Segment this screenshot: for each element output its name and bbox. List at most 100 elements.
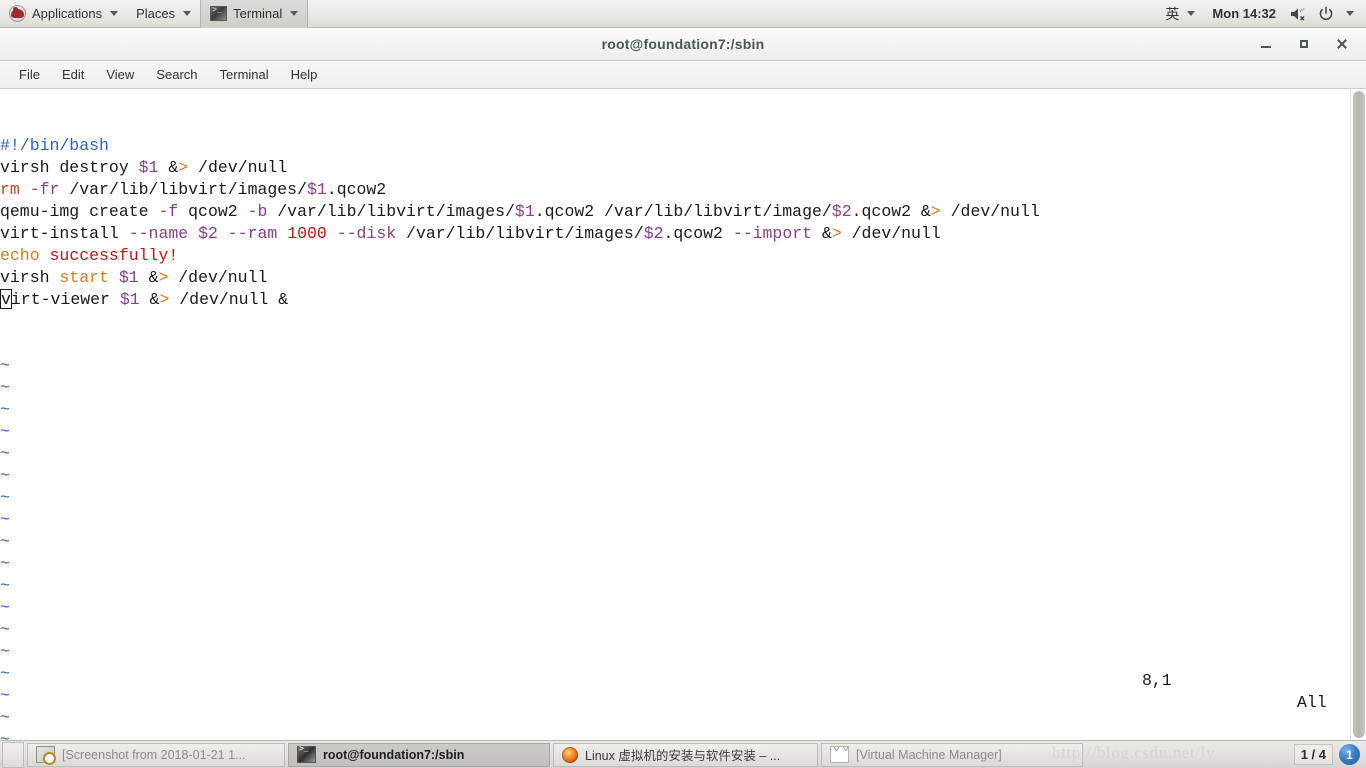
taskbar-item-label: [Virtual Machine Manager] xyxy=(856,747,1002,762)
code-span: echo xyxy=(0,246,50,265)
code-span: irt-viewer xyxy=(10,290,120,309)
menu-view[interactable]: View xyxy=(95,64,145,85)
applications-menu[interactable]: Applications xyxy=(0,0,127,28)
maximize-button[interactable] xyxy=(1296,36,1312,52)
show-desktop-button[interactable] xyxy=(2,741,24,768)
code-span xyxy=(140,290,150,309)
code-span: $1 xyxy=(514,202,535,221)
redhat-logo-icon xyxy=(9,5,26,22)
code-span xyxy=(158,158,168,177)
close-button[interactable] xyxy=(1334,36,1350,52)
menu-terminal[interactable]: Terminal xyxy=(209,64,280,85)
workspace-switcher[interactable]: 1 / 4 xyxy=(1293,744,1333,765)
code-span: $2 xyxy=(643,224,664,243)
menu-search[interactable]: Search xyxy=(145,64,208,85)
code-span: qemu-img create xyxy=(0,202,159,221)
vim-buffer-lines: #!/bin/bash virsh destroy $1 &> /dev/null… xyxy=(0,135,1350,311)
input-method-indicator[interactable]: 英 xyxy=(1156,0,1204,28)
terminal-line: echo successfully! xyxy=(0,245,1350,267)
taskbar-item[interactable]: root@foundation7:/sbin xyxy=(288,742,550,767)
terminal-icon xyxy=(297,744,316,763)
taskbar-item[interactable]: [Screenshot from 2018-01-21 1... xyxy=(27,742,285,767)
menu-edit[interactable]: Edit xyxy=(51,64,95,85)
code-span xyxy=(188,224,198,243)
terminal-line: virsh start $1 &> /dev/null xyxy=(0,267,1350,289)
code-span: .qcow2 xyxy=(851,202,921,221)
code-span: .qcow2 xyxy=(326,180,387,199)
terminal-line: virt-viewer $1 &> /dev/null & xyxy=(0,289,1350,311)
window-title-bar[interactable]: root@foundation7:/sbin xyxy=(0,28,1366,61)
taskbar-item-label: [Screenshot from 2018-01-21 1... xyxy=(62,747,246,762)
code-span: & xyxy=(148,268,159,287)
terminal-line: rm -fr /var/lib/libvirt/images/$1.qcow2 xyxy=(0,179,1350,201)
code-span: virt-install xyxy=(0,224,129,243)
empty-line-marker: ~ xyxy=(0,378,10,397)
virtmanager-icon xyxy=(830,746,849,763)
taskbar: [Screenshot from 2018-01-21 1... root@fou… xyxy=(0,740,1366,768)
terminal-scrollbar[interactable] xyxy=(1350,89,1366,740)
taskbar-item[interactable]: [Virtual Machine Manager] xyxy=(821,742,1083,767)
code-span: start xyxy=(59,268,109,287)
code-span: & xyxy=(920,202,931,221)
chevron-down-icon xyxy=(1346,11,1354,16)
code-span: --import xyxy=(732,224,813,243)
code-span: /dev/null xyxy=(188,158,288,177)
places-menu[interactable]: Places xyxy=(127,0,200,28)
code-span: > xyxy=(831,224,842,243)
input-method-label: 英 xyxy=(1165,5,1180,22)
code-span: --name xyxy=(128,224,189,243)
desktop-screen: Applications Places Terminal 英 Mon 14:32 xyxy=(0,0,1366,768)
power-icon xyxy=(1319,5,1333,20)
applications-menu-label: Applications xyxy=(32,6,103,21)
code-span: $1 xyxy=(138,158,159,177)
code-span xyxy=(327,224,337,243)
scrollbar-thumb[interactable] xyxy=(1353,91,1365,738)
code-span: $1 xyxy=(306,180,327,199)
menu-help[interactable]: Help xyxy=(280,64,329,85)
code-span: > xyxy=(158,268,169,287)
code-span: > xyxy=(930,202,941,221)
terminal-line: qemu-img create -f qcow2 -b /var/lib/lib… xyxy=(0,201,1350,223)
code-span: -fr xyxy=(29,180,60,199)
chevron-down-icon xyxy=(110,11,119,16)
code-span xyxy=(812,224,822,243)
code-span: /var/lib/libvirt/images/ xyxy=(59,180,307,199)
taskbar-status-area: 1 / 4 1 xyxy=(1293,744,1364,765)
clock[interactable]: Mon 14:32 xyxy=(1206,6,1282,21)
power-menu[interactable] xyxy=(1314,0,1358,28)
code-span: > xyxy=(159,290,170,309)
notification-badge[interactable]: 1 xyxy=(1339,744,1360,765)
code-span: $2 xyxy=(198,224,218,243)
code-span: .qcow2 xyxy=(663,224,733,243)
empty-line-marker: ~ xyxy=(0,466,10,485)
active-window-label: Terminal xyxy=(233,6,283,21)
code-span: successfully! xyxy=(49,246,179,265)
empty-line-marker: ~ xyxy=(0,554,10,573)
terminal-window: root@foundation7:/sbin File Edit View Se… xyxy=(0,28,1366,740)
empty-line-marker: ~ xyxy=(0,576,10,595)
code-span: virsh destroy xyxy=(0,158,139,177)
volume-muted-glyph xyxy=(1291,7,1305,21)
code-span: -b xyxy=(247,202,268,221)
active-window-menu[interactable]: Terminal xyxy=(200,0,309,28)
firefox-icon xyxy=(562,746,578,763)
code-span: /var/lib/libvirt/images/ xyxy=(396,224,644,243)
taskbar-item[interactable]: Linux 虚拟机的安装与软件安装 – ... xyxy=(553,742,818,767)
code-span: -f xyxy=(158,202,179,221)
code-span xyxy=(109,268,119,287)
code-span: /dev/null xyxy=(940,202,1040,221)
terminal-body[interactable]: #!/bin/bash virsh destroy $1 &> /dev/null… xyxy=(0,89,1366,740)
panel-status-area: 英 Mon 14:32 xyxy=(1156,0,1366,28)
chevron-down-icon xyxy=(183,11,192,16)
empty-line-marker: ~ xyxy=(0,532,10,551)
volume-muted-icon[interactable] xyxy=(1284,0,1312,28)
chevron-down-icon xyxy=(1187,11,1196,16)
minimize-button[interactable] xyxy=(1258,36,1274,52)
terminal-text-area[interactable]: #!/bin/bash virsh destroy $1 &> /dev/null… xyxy=(0,89,1350,740)
empty-line-marker: ~ xyxy=(0,356,10,375)
empty-line-marker: ~ xyxy=(0,444,10,463)
code-span xyxy=(277,224,287,243)
code-span: --ram xyxy=(227,224,278,243)
menu-file[interactable]: File xyxy=(8,64,51,85)
terminal-line: virsh destroy $1 &> /dev/null xyxy=(0,157,1350,179)
